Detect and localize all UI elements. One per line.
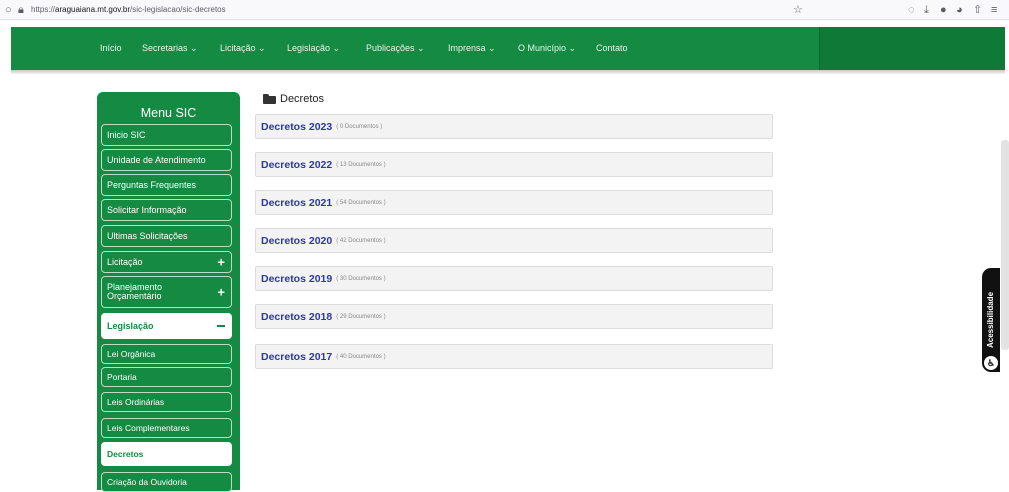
sidebar-subitem-lei-organica[interactable]: Lei Orgânica (101, 344, 232, 364)
nav-imprensa[interactable]: Imprensa ⌄ (448, 43, 496, 54)
pocket-icon[interactable]: ◌ (908, 3, 915, 17)
nav-licitacao[interactable]: Licitação ⌄ (220, 43, 266, 54)
nav-right-panel (819, 27, 1005, 70)
page-title: Decretos (263, 93, 324, 105)
decree-doc-count: ( 13 Documentos ) (336, 161, 386, 168)
sidebar-item-label: Planejamento Orçamentário (107, 282, 163, 301)
page-scrollbar[interactable] (1001, 140, 1009, 350)
decree-folder-name[interactable]: Decretos 2022 (261, 159, 332, 171)
accessibility-label: Acessibilidade (986, 291, 995, 348)
decree-doc-count: ( 54 Documentos ) (336, 199, 386, 206)
sidebar-item-label: Inicio SIC (107, 130, 146, 140)
sidebar-item-legislacao[interactable]: Legislação (101, 313, 232, 339)
decree-folder-row[interactable]: Decretos 2022 ( 13 Documentos ) (255, 152, 773, 177)
sidebar-item-label: Ultimas Solicitações (107, 231, 188, 241)
sidebar-title: Menu SIC (140, 106, 197, 120)
sidebar-item-label: Portaria (107, 372, 137, 382)
main-navigation: Início Secretarias ⌄ Licitação ⌄ Legisla… (11, 27, 1005, 74)
nav-contato[interactable]: Contato (596, 43, 628, 54)
decree-doc-count: ( 30 Documentos ) (336, 275, 386, 282)
nav-inicio[interactable]: Início (100, 43, 122, 54)
sidebar-item-unidade-atendimento[interactable]: Unidade de Atendimento (101, 149, 232, 171)
decree-doc-count: ( 29 Documentos ) (336, 313, 386, 320)
bookmark-star-icon[interactable]: ☆ (793, 3, 803, 17)
nav-shadow (11, 70, 1005, 74)
sidebar-item-ultimas-solicitacoes[interactable]: Ultimas Solicitações (101, 225, 232, 247)
expand-plus-icon[interactable]: + (217, 286, 225, 299)
sidebar-item-inicio-sic[interactable]: Inicio SIC (101, 124, 232, 146)
decree-folder-name[interactable]: Decretos 2021 (261, 197, 332, 209)
lock-icon[interactable]: 🔒︎ (18, 3, 24, 17)
sidebar-item-perguntas-frequentes[interactable]: Perguntas Frequentes (101, 174, 232, 196)
expand-plus-icon[interactable]: + (217, 255, 225, 270)
decree-folder-name[interactable]: Decretos 2023 (261, 121, 332, 133)
sidebar-item-label: Legislação (107, 321, 154, 331)
sidebar-item-label: Leis Ordinárias (107, 397, 165, 407)
page-title-text: Decretos (280, 93, 325, 105)
decree-folder-row[interactable]: Decretos 2020 ( 42 Documentos ) (255, 228, 773, 253)
decree-doc-count: ( 0 Documentos ) (336, 123, 383, 130)
decree-folder-row[interactable]: Decretos 2017 ( 40 Documentos ) (255, 344, 773, 369)
extension-icon-2[interactable]: ◕ (956, 3, 963, 17)
url-text[interactable]: https://araguaiana.mt.gov.br/sic-legisla… (31, 4, 226, 16)
accessibility-widget[interactable]: Acessibilidade ♿︎ (982, 268, 1000, 372)
sidebar-item-planejamento-orcamentario[interactable]: Planejamento Orçamentário + (101, 276, 232, 308)
sidebar-item-label: Lei Orgânica (107, 349, 156, 359)
nav-secretarias[interactable]: Secretarias ⌄ (142, 43, 198, 54)
sidebar-item-label: Unidade de Atendimento (107, 155, 206, 165)
sidebar-item-solicitar-informacao[interactable]: Solicitar Informação (101, 199, 232, 221)
sic-sidebar: Menu SIC Inicio SIC Unidade de Atendimen… (97, 92, 240, 492)
sidebar-item-label: Criação da Ouvidoria (107, 477, 187, 487)
folder-open-icon (263, 94, 276, 104)
sidebar-subitem-decretos[interactable]: Decretos (101, 442, 232, 466)
sidebar-item-label: Licitação (107, 257, 143, 267)
sidebar-subitem-leis-ordinarias[interactable]: Leis Ordinárias (101, 392, 232, 412)
collapse-minus-icon[interactable] (217, 325, 225, 327)
decree-doc-count: ( 40 Documentos ) (336, 353, 386, 360)
sidebar-subitem-leis-complementares[interactable]: Leis Complementares (101, 418, 232, 438)
sidebar-subitem-portaria[interactable]: Portaria (101, 367, 232, 387)
sidebar-item-label: Leis Complementares (107, 423, 190, 433)
accessibility-icon: ♿︎ (984, 356, 998, 370)
decree-folder-name[interactable]: Decretos 2018 (261, 311, 332, 323)
nav-legislacao[interactable]: Legislação ⌄ (287, 43, 340, 54)
decree-folder-row[interactable]: Decretos 2023 ( 0 Documentos ) (255, 114, 773, 139)
decree-folder-row[interactable]: Decretos 2021 ( 54 Documentos ) (255, 190, 773, 215)
decree-doc-count: ( 42 Documentos ) (336, 237, 386, 244)
download-icon[interactable]: ⤓ (924, 3, 929, 17)
sidebar-item-licitacao[interactable]: Licitação + (101, 251, 232, 273)
decree-folder-name[interactable]: Decretos 2020 (261, 235, 332, 247)
sidebar-item-label: Perguntas Frequentes (107, 180, 197, 190)
extension-icon[interactable]: ● (940, 3, 947, 17)
sidebar-item-label: Decretos (107, 449, 144, 459)
sidebar-item-label: Solicitar Informação (107, 205, 187, 215)
decree-folder-row[interactable]: Decretos 2018 ( 29 Documentos ) (255, 304, 773, 329)
sidebar-subitem-criacao-ouvidoria[interactable]: Criação da Ouvidoria (101, 472, 232, 492)
browser-address-bar: ○ 🔒︎ https://araguaiana.mt.gov.br/sic-le… (0, 0, 1009, 20)
share-icon[interactable]: ⇧ (973, 3, 982, 17)
decree-folder-name[interactable]: Decretos 2019 (261, 273, 332, 285)
menu-icon[interactable]: ≡ (991, 3, 997, 17)
nav-o-municipio[interactable]: O Município ⌄ (518, 43, 576, 54)
decree-folder-row[interactable]: Decretos 2019 ( 30 Documentos ) (255, 266, 773, 291)
decree-folder-name[interactable]: Decretos 2017 (261, 351, 332, 363)
nav-publicacoes[interactable]: Publicações ⌄ (366, 43, 425, 54)
reader-view-icon[interactable]: ○ (5, 3, 12, 17)
